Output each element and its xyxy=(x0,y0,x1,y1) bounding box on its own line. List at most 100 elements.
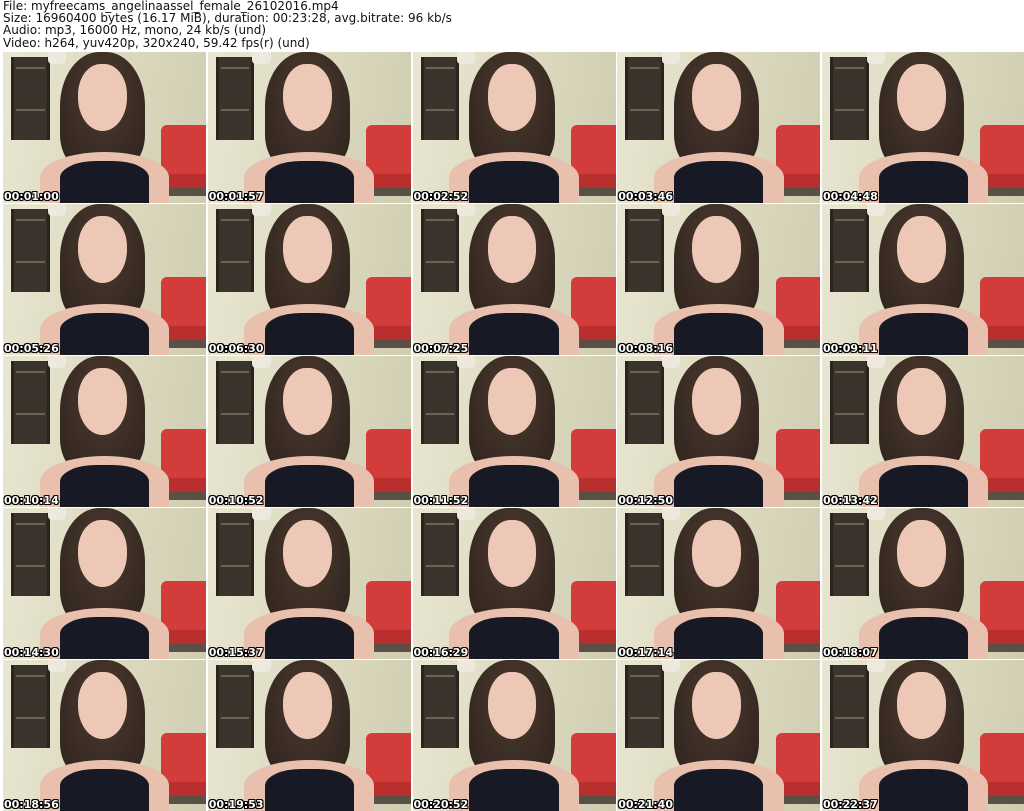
video-thumbnail: 00:09:11 xyxy=(822,204,1024,355)
video-thumbnail: 00:19:53 xyxy=(207,660,411,811)
thumbnail-timestamp: 00:07:25 xyxy=(413,342,469,355)
lamp xyxy=(457,356,476,369)
person-top xyxy=(674,160,764,203)
person-top xyxy=(469,160,559,203)
video-thumbnail: 00:15:37 xyxy=(207,508,411,659)
person-top xyxy=(59,160,150,203)
person-top xyxy=(674,312,764,355)
bookshelf xyxy=(215,360,255,444)
video-thumbnail: 00:18:07 xyxy=(822,508,1024,659)
person-top xyxy=(59,464,150,507)
person-face xyxy=(78,672,127,739)
person-face xyxy=(282,520,332,587)
bookshelf xyxy=(11,512,50,596)
person-top xyxy=(878,160,969,203)
video-thumbnail: 00:01:00 xyxy=(3,52,206,203)
video-thumbnail: 00:20:52 xyxy=(412,660,616,811)
person-top xyxy=(59,312,150,355)
thumbnail-timestamp: 00:20:52 xyxy=(413,798,469,811)
thumbnail-timestamp: 00:19:53 xyxy=(208,798,264,811)
person-top xyxy=(674,464,764,507)
thumbnail-timestamp: 00:01:00 xyxy=(4,190,59,203)
lamp xyxy=(661,52,681,65)
video-thumbnail: 00:10:14 xyxy=(3,356,206,507)
video-thumbnail: 00:01:57 xyxy=(207,52,411,203)
person-face xyxy=(282,672,332,739)
video-thumbnail: 00:05:26 xyxy=(3,204,206,355)
person-top xyxy=(264,768,354,811)
video-thumbnail: 00:14:30 xyxy=(3,508,206,659)
video-thumbnail: 00:16:29 xyxy=(412,508,616,659)
lamp xyxy=(661,356,681,369)
thumbnail-timestamp: 00:08:16 xyxy=(618,342,673,355)
person-face xyxy=(282,216,332,283)
lamp xyxy=(866,204,885,217)
person-face xyxy=(692,64,742,131)
video-info-line: Video: h264, yuv420p, 320x240, 59.42 fps… xyxy=(3,35,310,50)
video-thumbnail: 00:06:30 xyxy=(207,204,411,355)
bookshelf xyxy=(420,512,460,596)
video-thumbnail: 00:10:52 xyxy=(207,356,411,507)
thumbnail-timestamp: 00:18:07 xyxy=(823,646,878,659)
bookshelf xyxy=(420,360,460,444)
person-top xyxy=(59,616,150,659)
person-top xyxy=(264,616,354,659)
lamp xyxy=(47,508,66,521)
person-top xyxy=(469,464,559,507)
thumbnail-timestamp: 00:14:30 xyxy=(4,646,59,659)
person-top xyxy=(878,616,969,659)
person-top xyxy=(878,464,969,507)
thumbnail-timestamp: 00:01:57 xyxy=(208,190,264,203)
video-thumbnail: 00:12:50 xyxy=(617,356,821,507)
person-face xyxy=(692,672,742,739)
thumbnail-timestamp: 00:11:52 xyxy=(413,494,469,507)
lamp xyxy=(457,660,476,673)
person-top xyxy=(878,312,969,355)
thumbnail-timestamp: 00:22:37 xyxy=(823,798,878,811)
lamp xyxy=(47,356,66,369)
video-thumbnail: 00:21:40 xyxy=(617,660,821,811)
lamp xyxy=(457,508,476,521)
video-thumbnail: 00:18:56 xyxy=(3,660,206,811)
person-face xyxy=(78,216,127,283)
person-top xyxy=(264,160,354,203)
lamp xyxy=(47,204,66,217)
bookshelf xyxy=(215,208,255,292)
bookshelf xyxy=(830,360,869,444)
bookshelf xyxy=(215,56,255,140)
thumbnail-timestamp: 00:18:56 xyxy=(4,798,59,811)
bookshelf xyxy=(830,512,869,596)
person-top xyxy=(469,768,559,811)
person-face xyxy=(897,672,946,739)
bookshelf xyxy=(625,56,664,140)
lamp xyxy=(866,508,885,521)
bookshelf xyxy=(830,208,869,292)
person-face xyxy=(897,64,946,131)
lamp xyxy=(457,204,476,217)
person-face xyxy=(692,520,742,587)
thumbnail-timestamp: 00:09:11 xyxy=(823,342,878,355)
thumbnail-timestamp: 00:17:14 xyxy=(618,646,673,659)
person-top xyxy=(878,768,969,811)
person-top xyxy=(674,616,764,659)
person-face xyxy=(78,368,127,435)
bookshelf xyxy=(830,56,869,140)
bookshelf xyxy=(420,664,460,748)
person-face xyxy=(78,520,127,587)
video-thumbnail: 00:02:52 xyxy=(412,52,616,203)
video-thumbnail: 00:22:37 xyxy=(822,660,1024,811)
thumbnail-timestamp: 00:10:52 xyxy=(208,494,264,507)
thumbnail-timestamp: 00:16:29 xyxy=(413,646,469,659)
file-info-header: File: myfreecams_angelinaassel_female_26… xyxy=(3,0,1021,49)
thumbnail-timestamp: 00:10:14 xyxy=(4,494,59,507)
thumbnail-timestamp: 00:04:48 xyxy=(823,190,878,203)
bookshelf xyxy=(420,56,460,140)
thumbnail-timestamp: 00:15:37 xyxy=(208,646,264,659)
person-face xyxy=(487,672,537,739)
bookshelf xyxy=(215,512,255,596)
person-top xyxy=(469,616,559,659)
person-top xyxy=(264,464,354,507)
video-thumbnail: 00:11:52 xyxy=(412,356,616,507)
person-face xyxy=(487,520,537,587)
bookshelf xyxy=(11,208,50,292)
